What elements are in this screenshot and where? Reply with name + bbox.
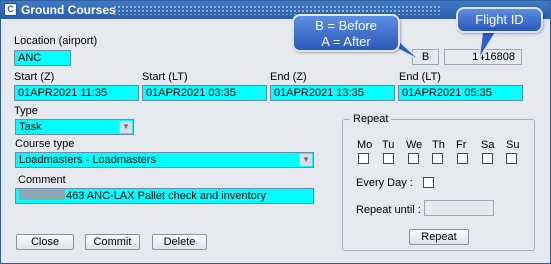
type-label: Type xyxy=(14,105,38,117)
comment-label: Comment xyxy=(18,174,66,186)
end-z-label: End (Z) xyxy=(270,71,307,83)
location-field[interactable]: ANC xyxy=(14,50,71,66)
day-checkbox-mo[interactable] xyxy=(358,153,369,164)
start-lt-label: Start (LT) xyxy=(142,71,188,83)
repeat-button[interactable]: Repeat xyxy=(409,229,469,245)
commit-button[interactable]: Commit xyxy=(85,234,140,250)
day-label-tu: Tu xyxy=(382,139,395,151)
every-day-label: Every Day : xyxy=(356,177,413,189)
end-lt-label: End (LT) xyxy=(399,71,441,83)
callout-flight-id: Flight ID xyxy=(456,7,543,33)
start-lt-field[interactable]: 01APR2021 03:35 xyxy=(142,85,267,101)
day-label-sa: Sa xyxy=(481,139,495,151)
callout-after-line: A = After xyxy=(321,34,371,49)
location-label: Location (airport) xyxy=(14,35,98,47)
end-lt-field[interactable]: 01APR2021 05:35 xyxy=(398,85,523,101)
start-z-label: Start (Z) xyxy=(14,71,55,83)
ground-courses-window: C Ground Courses Location (airport) ANC … xyxy=(0,0,551,264)
day-label-fr: Fr xyxy=(456,139,467,151)
chevron-down-icon[interactable]: ▼ xyxy=(299,154,312,166)
comment-field[interactable]: 463 ANC-LAX Pallet check and inventory xyxy=(15,188,314,204)
end-z-field[interactable]: 01APR2021 13:35 xyxy=(270,85,395,101)
course-type-select[interactable]: Loadmasters - Loadmasters ▼ xyxy=(15,152,314,168)
day-checkbox-tu[interactable] xyxy=(383,153,394,164)
redaction-block xyxy=(19,190,65,200)
type-value: Task xyxy=(19,121,42,133)
day-checkbox-we[interactable] xyxy=(408,153,419,164)
chevron-down-icon[interactable]: ▼ xyxy=(119,121,132,133)
day-label-mo: Mo xyxy=(357,139,373,151)
window-title: Ground Courses xyxy=(21,3,116,17)
every-day-checkbox[interactable] xyxy=(423,177,434,188)
repeat-until-label: Repeat until : xyxy=(356,204,421,216)
day-checkbox-th[interactable] xyxy=(432,153,443,164)
callout-before-after: B = Before A = After xyxy=(292,14,400,52)
repeat-until-field[interactable] xyxy=(424,200,494,216)
course-type-value: Loadmasters - Loadmasters xyxy=(19,154,156,166)
course-type-label: Course type xyxy=(15,138,75,150)
repeat-group-legend: Repeat xyxy=(350,113,392,125)
close-button[interactable]: Close xyxy=(16,234,74,250)
day-label-su: Su xyxy=(506,139,520,151)
day-label-we: We xyxy=(406,139,423,151)
day-checkbox-fr[interactable] xyxy=(457,153,468,164)
type-select[interactable]: Task ▼ xyxy=(15,119,134,135)
callout-before-line: B = Before xyxy=(315,18,377,33)
start-z-field[interactable]: 01APR2021 11:35 xyxy=(14,85,139,101)
comment-value: 463 ANC-LAX Pallet check and inventory xyxy=(66,190,266,202)
day-label-th: Th xyxy=(432,139,445,151)
app-icon: C xyxy=(4,3,17,16)
day-checkbox-sa[interactable] xyxy=(482,153,493,164)
delete-button[interactable]: Delete xyxy=(152,234,207,250)
day-checkbox-su[interactable] xyxy=(506,153,517,164)
